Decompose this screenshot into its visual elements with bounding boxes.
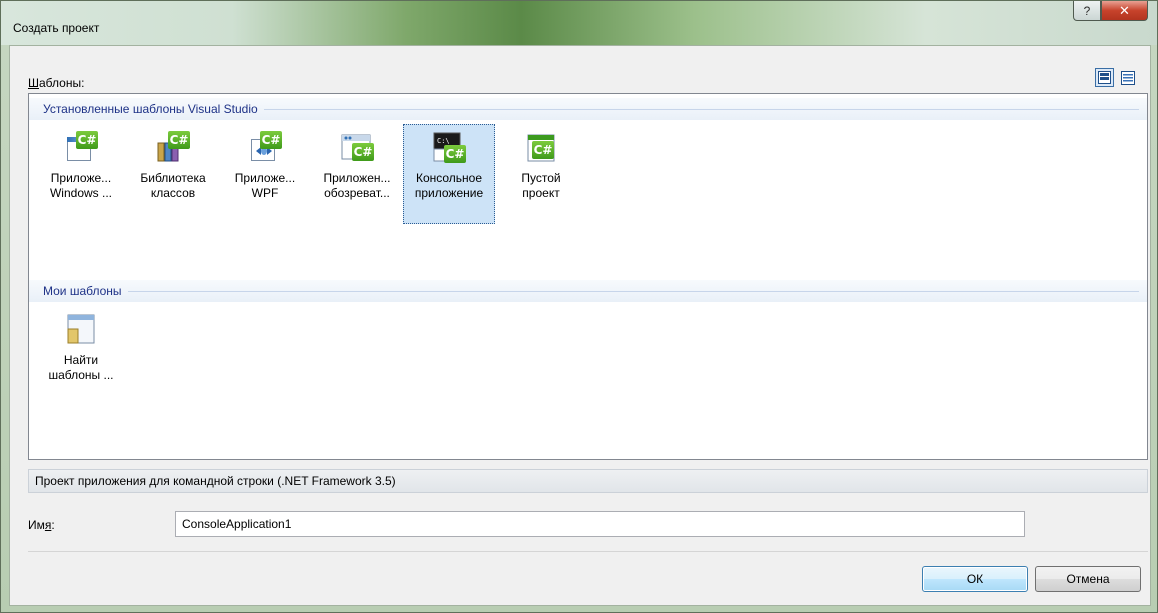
browser-app-icon: C# [340,131,374,165]
svg-text:C:\: C:\ [437,137,450,145]
ok-button[interactable]: ОК [922,566,1028,592]
template-label: Приложе... Windows ... [49,171,112,200]
console-app-icon: C:\ C# [432,131,466,165]
template-label: Консольное приложение [414,171,484,200]
cancel-button[interactable]: Отмена [1035,566,1141,592]
name-label: Имя: [28,518,55,532]
list-view-icon [1120,70,1135,85]
dialog-window: Создать проект ? ✕ Шаблоны: Установленны… [0,0,1158,613]
wpf-app-icon: C# [248,131,282,165]
template-label: Приложен... обозреват... [323,171,391,200]
windows-forms-app-icon: C# [64,131,98,165]
class-library-icon: C# [156,131,190,165]
search-templates-icon [64,313,98,347]
large-icons-icon [1098,71,1111,84]
group-divider [127,290,1139,292]
template-label: Пустой проект [521,171,561,200]
templates-list[interactable]: Установленные шаблоны Visual Studio C# П… [28,93,1148,460]
template-label: Библиотека классов [140,171,206,200]
title-bar[interactable]: Создать проект ? ✕ [1,1,1157,45]
window-title: Создать проект [13,21,100,35]
template-console-app[interactable]: C:\ C# Консольное приложение [403,124,495,224]
help-button[interactable]: ? [1073,1,1101,21]
group-header-installed[interactable]: Установленные шаблоны Visual Studio [29,98,1147,120]
templates-label: Шаблоны: [28,76,85,90]
small-icons-view-button[interactable] [1118,68,1137,87]
group-header-my-templates[interactable]: Мои шаблоны [29,280,1147,302]
help-icon: ? [1083,3,1091,18]
large-icons-view-button[interactable] [1095,68,1114,87]
template-description: Проект приложения для командной строки (… [28,469,1148,493]
close-button[interactable]: ✕ [1101,1,1148,21]
template-wpf[interactable]: C# Приложе... WPF [219,124,311,224]
template-label: Приложе... WPF [234,171,296,200]
template-empty-project[interactable]: C# Пустой проект [495,124,587,224]
group-divider [263,108,1139,110]
footer-separator [28,551,1148,552]
group-title: Установленные шаблоны Visual Studio [43,102,258,116]
empty-project-icon: C# [524,131,558,165]
template-windows-forms[interactable]: C# Приложе... Windows ... [35,124,127,224]
project-name-input[interactable] [175,511,1025,537]
template-label: Найти шаблоны ... [48,353,114,382]
template-class-library[interactable]: C# Библиотека классов [127,124,219,224]
close-icon: ✕ [1119,2,1130,18]
template-browser-app[interactable]: C# Приложен... обозреват... [311,124,403,224]
dialog-client-area: Шаблоны: Установленные шаблоны Visual St… [9,45,1151,606]
template-search-online[interactable]: Найти шаблоны ... [35,306,127,406]
group-title: Мои шаблоны [43,284,122,298]
